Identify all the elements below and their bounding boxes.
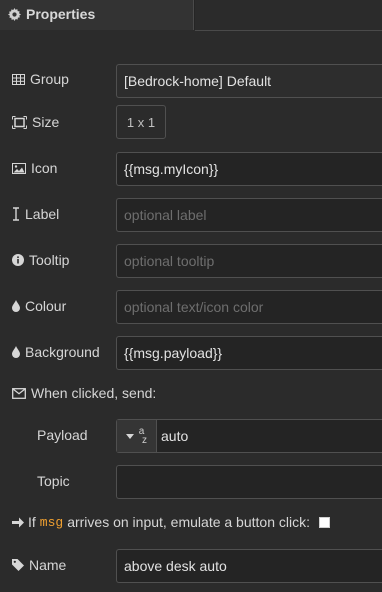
name-label: Name (12, 557, 66, 573)
table-icon (12, 73, 25, 85)
emulate-checkbox[interactable] (318, 516, 330, 528)
size-label: Size (12, 114, 59, 130)
info-circle-icon (12, 254, 24, 266)
payload-label: Payload (37, 427, 88, 443)
envelope-icon (12, 387, 26, 399)
size-button[interactable]: 1 x 1 (116, 105, 166, 139)
colour-input[interactable]: optional text/icon color (116, 290, 382, 324)
resize-icon (12, 115, 27, 129)
tooltip-label: Tooltip (12, 252, 69, 268)
payload-typed-input[interactable]: a z auto (116, 419, 382, 453)
text-cursor-icon (12, 207, 20, 221)
group-select[interactable]: [Bedrock-home] Default (116, 64, 382, 98)
tint-icon (12, 300, 20, 312)
group-label: Group (12, 71, 69, 87)
tab-bar: Properties (0, 0, 382, 31)
when-clicked-label: When clicked, send: (12, 385, 156, 401)
payload-type-select[interactable]: a z (117, 420, 157, 452)
topic-label: Topic (37, 473, 70, 489)
string-type-icon: a z (138, 426, 147, 446)
tag-icon (12, 559, 24, 571)
tooltip-input[interactable]: optional tooltip (116, 244, 382, 278)
colour-label: Colour (12, 298, 66, 314)
label-label: Label (12, 206, 59, 222)
tint-icon (12, 346, 20, 358)
emulate-label: If msg arrives on input, emulate a butto… (12, 514, 330, 530)
payload-value[interactable]: auto (161, 428, 188, 444)
gear-icon (8, 7, 21, 21)
icon-input[interactable]: {{msg.myIcon}} (116, 152, 382, 186)
label-input[interactable]: optional label (116, 198, 382, 232)
background-label: Background (12, 344, 100, 360)
tab-label: Properties (26, 6, 96, 22)
tab-bar-empty-area (195, 0, 382, 31)
image-icon (12, 162, 26, 174)
topic-input[interactable] (116, 465, 382, 499)
arrow-right-icon (12, 517, 24, 528)
icon-label: Icon (12, 160, 57, 176)
name-input[interactable]: above desk auto (116, 549, 382, 583)
background-input[interactable]: {{msg.payload}} (116, 336, 382, 370)
caret-down-icon (126, 433, 134, 439)
tab-properties[interactable]: Properties (0, 0, 194, 30)
